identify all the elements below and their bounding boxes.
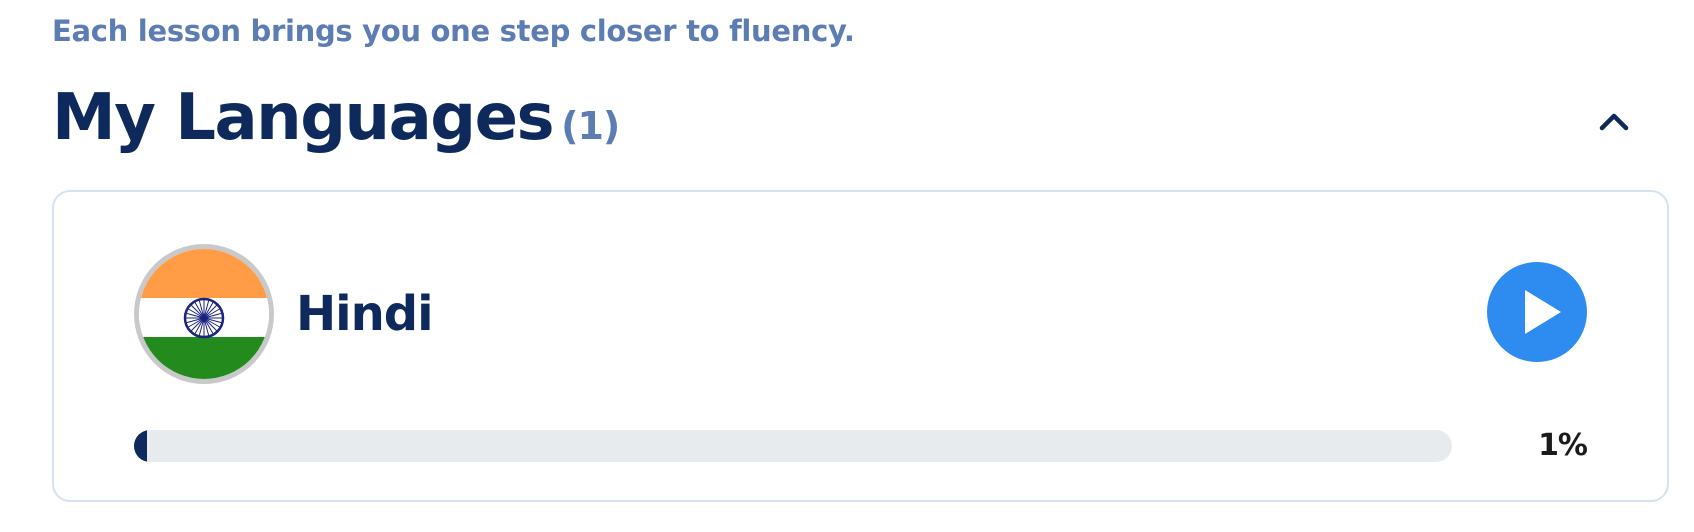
- language-card[interactable]: Hindi 1%: [52, 190, 1669, 502]
- progress-bar: [134, 430, 1452, 462]
- flag-green-stripe: [139, 337, 269, 379]
- language-count: (1): [561, 104, 620, 148]
- ashoka-chakra-icon: [183, 297, 225, 339]
- section-title-text: My Languages: [52, 81, 555, 155]
- play-button[interactable]: [1487, 262, 1587, 362]
- my-languages-header: My Languages (1): [52, 78, 1694, 158]
- flag-saffron-stripe: [139, 249, 269, 299]
- language-name[interactable]: Hindi: [296, 284, 434, 344]
- section-title: My Languages (1): [52, 78, 620, 166]
- page-subtitle: Each lesson brings you one step closer t…: [52, 14, 855, 48]
- progress-percent: 1%: [1538, 428, 1588, 463]
- chevron-up-icon: [1599, 113, 1629, 131]
- collapse-button[interactable]: [1594, 100, 1634, 140]
- play-icon: [1525, 290, 1561, 334]
- india-flag-icon: [134, 244, 274, 384]
- progress-bar-fill: [134, 430, 148, 462]
